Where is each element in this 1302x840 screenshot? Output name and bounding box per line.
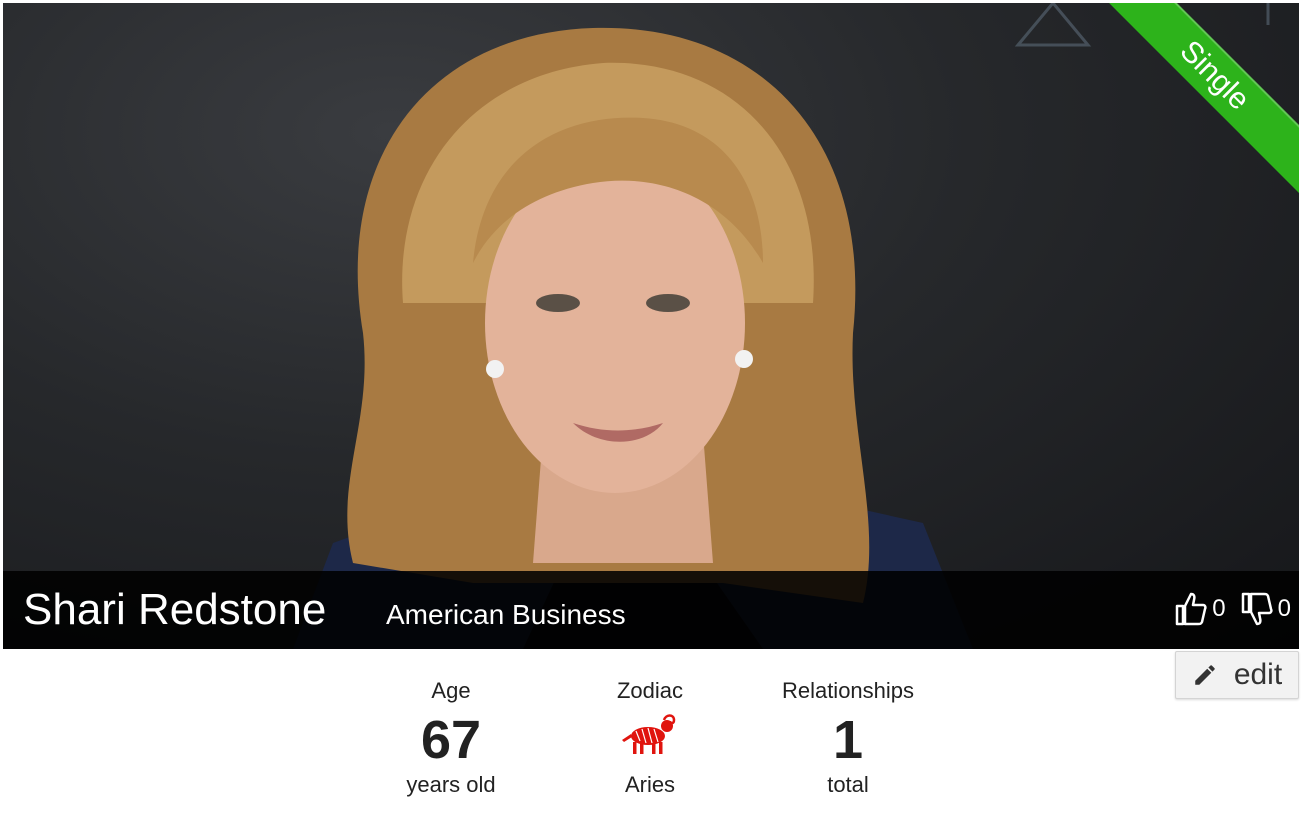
- edit-button[interactable]: edit: [1175, 651, 1299, 699]
- dislike-button[interactable]: 0: [1240, 591, 1291, 627]
- thumbs-down-icon: [1241, 592, 1273, 626]
- dislike-count: 0: [1277, 595, 1291, 622]
- edit-label: edit: [1233, 658, 1283, 691]
- age-value: 67: [420, 710, 482, 770]
- relationships-label: Relationships: [781, 678, 915, 703]
- relationships-stat[interactable]: Relationships 1 total: [748, 678, 948, 798]
- age-label: Age: [431, 678, 471, 703]
- profile-photo: Single Shari Redstone American Business …: [3, 3, 1299, 649]
- like-count: 0: [1212, 595, 1226, 622]
- portrait-image: [293, 3, 1270, 649]
- zodiac-label: Zodiac: [616, 678, 684, 703]
- pencil-icon: [1195, 665, 1215, 685]
- relationships-count: 1: [832, 710, 864, 770]
- age-stat: Age 67 years old: [351, 678, 551, 798]
- like-button[interactable]: 0: [1174, 591, 1226, 627]
- name-bar: Shari Redstone American Business 0 0: [3, 571, 1299, 649]
- thumbs-up-icon: [1176, 592, 1207, 626]
- age-unit: years old: [406, 772, 496, 797]
- aries-ram-icon: [550, 708, 750, 772]
- vote-controls: 0 0: [1160, 591, 1291, 627]
- occupation-label: American Business: [386, 599, 626, 630]
- zodiac-stat[interactable]: Zodiac Aries: [550, 678, 750, 798]
- relationships-unit: total: [827, 772, 869, 797]
- zodiac-sign: Aries: [624, 772, 676, 797]
- person-name: Shari Redstone: [23, 585, 327, 634]
